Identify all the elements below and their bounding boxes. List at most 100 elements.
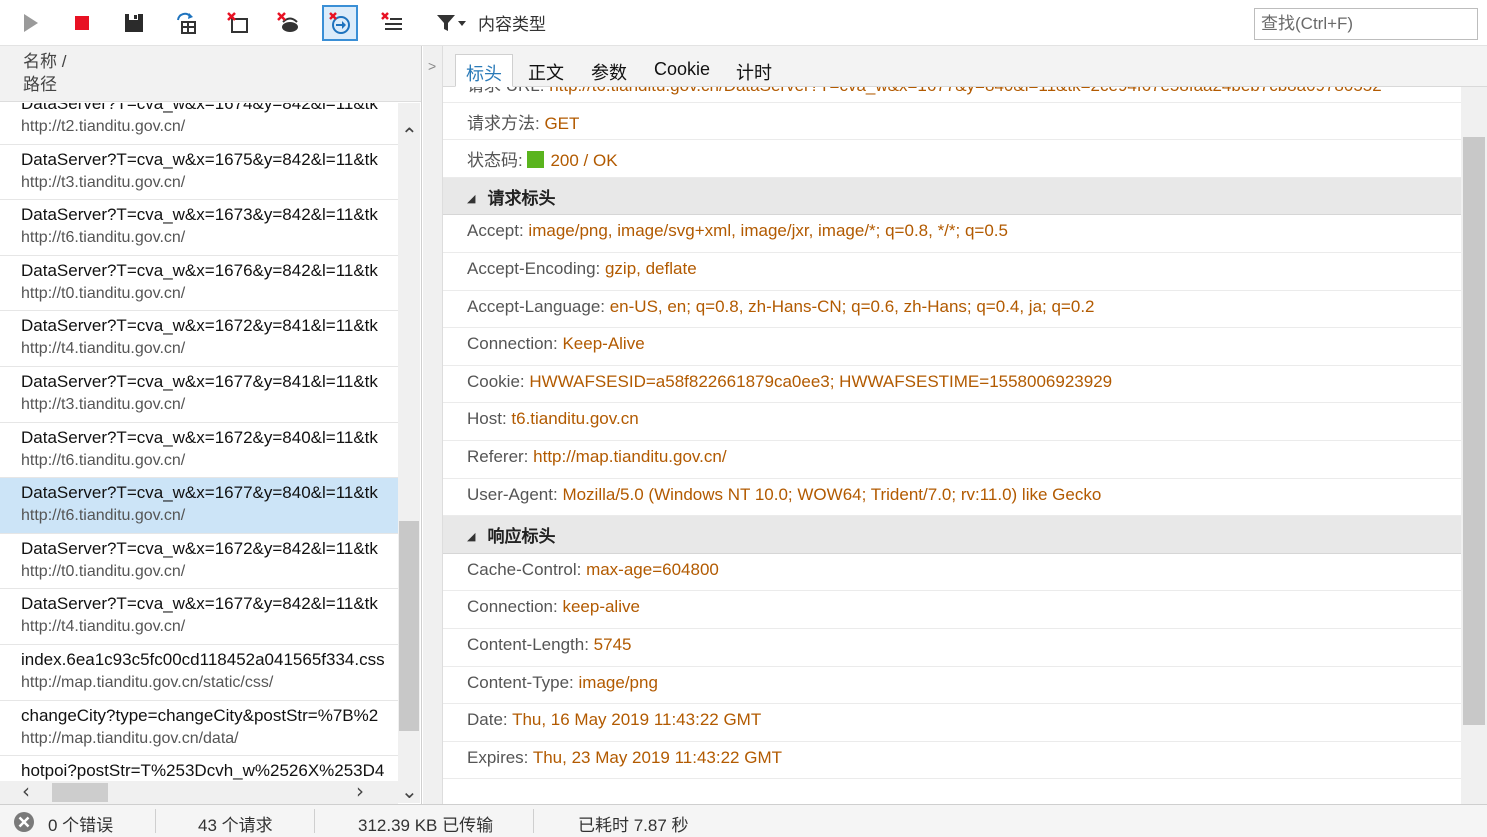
response-header-row[interactable]: Content-Type: image/png [443,667,1461,705]
request-header-row[interactable]: Accept-Encoding: gzip, deflate [443,253,1461,291]
request-headers-section[interactable]: ◢ 请求标头 [443,177,1461,216]
general-info-row[interactable]: 请求 URL: http://t6.tianditu.gov.cn/DataSe… [443,87,1461,103]
header-key: 请求方法: [467,113,545,133]
scroll-left-icon[interactable]: ‹ [22,781,30,801]
list-column-header[interactable]: 名称 / 路径 [0,46,421,102]
request-header-row[interactable]: Accept-Language: en-US, en; q=0.8, zh-Ha… [443,291,1461,329]
request-row[interactable]: index.6ea1c93c5fc00cd118452a041565f334.c… [0,645,398,701]
header-key: Content-Length: [467,634,594,654]
request-path: http://t2.tianditu.gov.cn/ [21,118,186,135]
tab-timing[interactable]: 计时 [726,54,782,87]
error-icon[interactable] [12,810,36,837]
request-name: DataServer?T=cva_w&x=1677&y=841&l=11&tk [21,371,378,391]
list-horizontal-scrollbar[interactable]: ‹ › [0,781,398,804]
request-path: http://t6.tianditu.gov.cn/ [21,507,186,525]
request-header-row[interactable]: Cookie: HWWAFSESID=a58f822661879ca0ee3; … [443,366,1461,404]
request-path: http://map.tianditu.gov.cn/static/css/ [21,673,274,691]
tab-parameters[interactable]: 参数 [581,54,637,87]
header-key: Accept-Encoding: [467,258,605,278]
list-horizontal-scroll-thumb[interactable] [52,783,108,802]
request-name: DataServer?T=cva_w&x=1675&y=842&l=11&tk [21,149,378,169]
clear-entries-icon[interactable] [374,5,410,41]
details-vertical-scroll-thumb[interactable] [1463,137,1485,725]
tab-headers[interactable]: 标头 [455,54,513,87]
request-path: http://map.tianditu.gov.cn/data/ [21,729,239,747]
request-name: DataServer?T=cva_w&x=1673&y=842&l=11&tk [21,205,378,225]
play-icon[interactable] [12,5,48,41]
scroll-up-icon[interactable]: ⌃ [401,125,418,145]
request-path: http://t4.tianditu.gov.cn/ [21,340,186,358]
request-header-row[interactable]: Host: t6.tianditu.gov.cn [443,403,1461,441]
request-header-row[interactable]: Referer: http://map.tianditu.gov.cn/ [443,441,1461,479]
request-row[interactable]: DataServer?T=cva_w&x=1676&y=842&l=11&tkh… [0,256,398,312]
request-row[interactable]: DataServer?T=cva_w&x=1674&y=842&l=11&tk h… [0,103,398,145]
save-icon[interactable] [116,5,152,41]
column-path-label: 路径 [23,75,57,94]
request-row[interactable]: DataServer?T=cva_w&x=1672&y=842&l=11&tk h… [0,534,398,590]
details-pane: 标头 正文 参数 Cookie 计时 请求 URL: http://t6.tia… [443,46,1487,804]
header-value: http://map.tianditu.gov.cn/ [533,446,727,466]
request-row[interactable]: DataServer?T=cva_w&x=1675&y=842&l=11&tkh… [0,145,398,201]
header-value: Mozilla/5.0 (Windows NT 10.0; WOW64; Tri… [562,484,1102,504]
detail-tabs: 标头 正文 参数 Cookie 计时 [443,46,1487,87]
response-headers-section[interactable]: ◢ 响应标头 [443,516,1461,554]
response-header-row[interactable]: Expires: Thu, 23 May 2019 11:43:22 GMT [443,742,1461,780]
general-info-row[interactable]: 请求方法: GET [443,103,1461,141]
request-path: http://t0.tianditu.gov.cn/ [21,284,186,302]
request-header-row[interactable]: User-Agent: Mozilla/5.0 (Windows NT 10.0… [443,479,1461,517]
collapse-triangle-icon[interactable]: ◢ [467,530,475,543]
list-vertical-scroll-thumb[interactable] [399,521,419,731]
request-row[interactable]: DataServer?T=cva_w&x=1672&y=840&l=11&tk h… [0,423,398,479]
header-value: max-age=604800 [586,559,719,579]
header-key: Connection: [467,597,563,617]
request-row[interactable]: DataServer?T=cva_w&x=1673&y=842&l=11&tk h… [0,200,398,256]
request-name: index.6ea1c93c5fc00cd118452a041565f334.c… [21,649,385,669]
request-row[interactable]: DataServer?T=cva_w&x=1672&y=841&l=11&tkh… [0,311,398,367]
general-info-row[interactable]: 状态码: 200 / OK [443,140,1461,178]
response-header-row[interactable]: Cache-Control: max-age=604800 [443,554,1461,592]
elapsed-time: 已耗时 7.87 秒 [578,816,689,835]
request-path: http://t0.tianditu.gov.cn/ [21,562,186,580]
details-vertical-scrollbar[interactable]: ⌃ ⌄ [1461,87,1487,804]
header-value: GET [544,113,580,133]
collapse-triangle-icon[interactable]: ◢ [467,192,475,205]
request-row[interactable]: DataServer?T=cva_w&x=1677&y=842&l=11&tk h… [0,589,398,645]
request-path: http://t3.tianditu.gov.cn/ [21,173,186,191]
expand-chevron-icon[interactable]: > [428,58,436,74]
column-name-label: 名称 / [23,52,67,71]
import-icon[interactable] [168,5,204,41]
tab-body[interactable]: 正文 [518,54,574,87]
response-header-row[interactable]: Connection: keep-alive [443,591,1461,629]
request-name: DataServer?T=cva_w&x=1676&y=842&l=11&tk [21,260,378,280]
response-headers-title: 响应标头 [487,527,556,547]
request-row[interactable]: DataServer?T=cva_w&x=1677&y=840&l=11&tk h… [0,478,398,534]
request-header-row[interactable]: Connection: Keep-Alive [443,328,1461,366]
request-row[interactable]: changeCity?type=changeCity&postStr=%7B%2… [0,701,398,757]
header-key: Cache-Control: [467,559,587,579]
request-row[interactable]: DataServer?T=cva_w&x=1677&y=841&l=11&tk h… [0,367,398,423]
header-key: User-Agent: [467,484,563,504]
always-refresh-icon[interactable] [322,5,358,41]
error-count: 0 个错误 [48,816,114,835]
request-name: DataServer?T=cva_w&x=1672&y=841&l=11&tk [21,316,378,336]
header-key: Connection: [467,334,563,354]
stop-icon[interactable] [64,5,100,41]
content-type-filter-label[interactable]: 内容类型 [478,10,546,35]
header-key: Expires: [467,747,533,767]
scroll-down-icon[interactable]: ⌄ [401,781,418,801]
header-value: HWWAFSESID=a58f822661879ca0ee3; HWWAFSES… [529,371,1113,391]
header-key: Referer: [467,446,534,466]
scroll-right-icon[interactable]: › [356,781,364,801]
pane-splitter[interactable]: > [423,46,443,804]
search-input[interactable] [1254,8,1478,40]
header-value: en-US, en; q=0.8, zh-Hans-CN; q=0.6, zh-… [609,296,1095,316]
list-vertical-scrollbar[interactable]: ⌃ ⌄ [398,103,420,803]
clear-session-icon[interactable] [220,5,256,41]
clear-cache-icon[interactable] [270,5,306,41]
response-header-row[interactable]: Date: Thu, 16 May 2019 11:43:22 GMT [443,704,1461,742]
header-value: http://t6.tianditu.gov.cn/DataServer?T=c… [549,87,1382,95]
filter-dropdown-icon[interactable] [430,5,470,41]
response-header-row[interactable]: Content-Length: 5745 [443,629,1461,667]
tab-cookies[interactable]: Cookie [644,54,720,87]
request-header-row[interactable]: Accept: image/png, image/svg+xml, image/… [443,215,1461,253]
